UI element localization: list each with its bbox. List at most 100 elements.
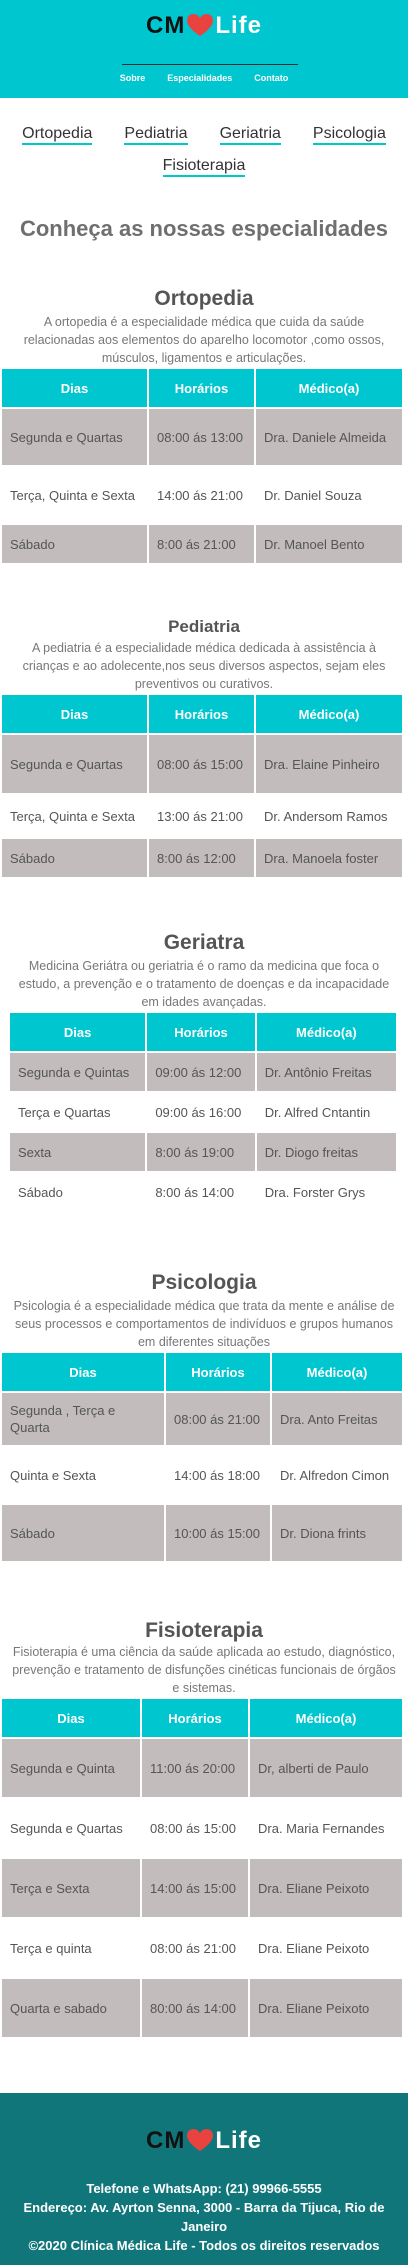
section-description: Medicina Geriátra ou geriatria é o ramo … <box>18 959 390 1009</box>
table-row: Sábado 10:00 ás 15:00 Dr. Diona frints <box>2 1505 402 1561</box>
table-row: Segunda e Quartas 08:00 ás 13:00 Dra. Da… <box>2 409 402 465</box>
section-title: Fisioterapia <box>145 1619 263 1642</box>
cell-horarios: 8:00 ás 14:00 <box>147 1173 255 1211</box>
main-nav: Sobre Especialidades Contato <box>0 73 408 83</box>
specialty-link-geriatria[interactable]: Geriatria <box>219 125 281 145</box>
schedule-table: Dias Horários Médico(a) Segunda e Quinta… <box>8 1011 398 1213</box>
specialty-link-ortopedia[interactable]: Ortopedia <box>22 125 93 145</box>
cell-horarios: 8:00 ás 21:00 <box>149 525 254 563</box>
column-header-medico: Médico(a) <box>256 695 402 733</box>
cell-horarios: 14:00 ás 21:00 <box>149 467 254 523</box>
schedule-table: Dias Horários Médico(a) Segunda e Quarta… <box>0 367 404 565</box>
cell-medico: Dra. Maria Fernandes <box>250 1799 402 1857</box>
section-description: A ortopedia é a especialidade médica que… <box>23 315 385 365</box>
footer-info: Telefone e WhatsApp: (21) 99966-5555 End… <box>6 2179 402 2255</box>
site-header: CM Life Sobre Especialidades Contato <box>0 0 408 98</box>
table-header-row: Dias Horários Médico(a) <box>2 1353 402 1391</box>
column-header-horarios: Horários <box>149 369 254 407</box>
specialty-link-pediatria[interactable]: Pediatria <box>124 125 188 145</box>
schedule-table: Dias Horários Médico(a) Segunda e Quinta… <box>0 1697 404 2039</box>
nav-link-especialidades[interactable]: Especialidades <box>167 73 232 83</box>
cell-horarios: 09:00 ás 16:00 <box>147 1093 255 1131</box>
table-row: Quarta e sabado 80:00 ás 14:00 Dra. Elia… <box>2 1979 402 2037</box>
section-description: Psicologia é a especialidade médica que … <box>13 1299 395 1349</box>
cell-dias: Terça e Quartas <box>10 1093 146 1131</box>
cell-dias: Sábado <box>2 525 147 563</box>
nav-link-contato[interactable]: Contato <box>254 73 288 83</box>
table-row: Terça e Sexta 14:00 ás 15:00 Dra. Eliane… <box>2 1859 402 1917</box>
schedule-table: Dias Horários Médico(a) Segunda e Quarta… <box>0 693 404 879</box>
column-header-dias: Dias <box>2 1699 140 1737</box>
table-row: Segunda e Quartas 08:00 ás 15:00 Dra. El… <box>2 735 402 793</box>
table-row: Segunda e Quintas 09:00 ás 12:00 Dr. Ant… <box>10 1053 396 1091</box>
cell-medico: Dr. Andersom Ramos <box>256 795 402 837</box>
specialty-link-fisioterapia[interactable]: Fisioterapia <box>162 157 246 177</box>
table-row: Segunda e Quinta 11:00 ás 20:00 Dr, albe… <box>2 1739 402 1797</box>
cell-dias: Segunda e Quinta <box>2 1739 140 1797</box>
logo-text-life: Life <box>215 2127 262 2154</box>
column-header-horarios: Horários <box>166 1353 270 1391</box>
cell-horarios: 08:00 ás 13:00 <box>149 409 254 465</box>
section-description: A pediatria é a especialidade médica ded… <box>22 641 386 691</box>
cell-horarios: 08:00 ás 21:00 <box>166 1393 270 1445</box>
table-header-row: Dias Horários Médico(a) <box>2 695 402 733</box>
cell-dias: Terça, Quinta e Sexta <box>2 467 147 523</box>
cell-horarios: 10:00 ás 15:00 <box>166 1505 270 1561</box>
cell-dias: Quarta e sabado <box>2 1979 140 2037</box>
cell-dias: Sábado <box>2 839 147 877</box>
cell-horarios: 08:00 ás 15:00 <box>142 1799 248 1857</box>
cell-dias: Terça, Quinta e Sexta <box>2 795 147 837</box>
cell-dias: Sábado <box>2 1505 164 1561</box>
site-footer: CM Life Telefone e WhatsApp: (21) 99966-5… <box>0 2093 408 2265</box>
cell-horarios: 09:00 ás 12:00 <box>147 1053 255 1091</box>
section-title: Ortopedia <box>154 287 254 310</box>
cell-dias: Sexta <box>10 1133 146 1171</box>
column-header-dias: Dias <box>2 695 147 733</box>
specialty-link-psicologia[interactable]: Psicologia <box>312 125 386 145</box>
logo-text-life: Life <box>215 12 262 39</box>
table-row: Segunda e Quartas 08:00 ás 15:00 Dra. Ma… <box>2 1799 402 1857</box>
table-row: Terça e Quartas 09:00 ás 16:00 Dr. Alfre… <box>10 1093 396 1131</box>
cell-medico: Dr. Alfredon Cimon <box>272 1447 402 1503</box>
cell-medico: Dr. Daniel Souza <box>256 467 402 523</box>
section-fisioterapia: Fisioterapia Fisioterapia é uma ciência … <box>0 1619 408 2039</box>
logo-text-cm: CM <box>146 2127 186 2154</box>
header-divider <box>122 64 298 65</box>
table-row: Sábado 8:00 ás 21:00 Dr. Manoel Bento <box>2 525 402 563</box>
cell-dias: Sábado <box>10 1173 146 1211</box>
cell-medico: Dr. Diogo freitas <box>256 1133 396 1171</box>
cell-dias: Terça e Sexta <box>2 1859 140 1917</box>
cell-dias: Quinta e Sexta <box>2 1447 164 1503</box>
cell-horarios: 8:00 ás 12:00 <box>149 839 254 877</box>
column-header-dias: Dias <box>2 1353 164 1391</box>
cell-medico: Dra. Eliane Peixoto <box>250 1859 402 1917</box>
footer-phone: Telefone e WhatsApp: (21) 99966-5555 <box>86 2181 322 2196</box>
table-header-row: Dias Horários Médico(a) <box>2 1699 402 1737</box>
cell-medico: Dra. Manoela foster <box>256 839 402 877</box>
section-description: Fisioterapia é uma ciência da saúde apli… <box>12 1645 396 1695</box>
cell-dias: Segunda e Quintas <box>10 1053 146 1091</box>
heart-icon <box>187 2129 214 2151</box>
cell-horarios: 13:00 ás 21:00 <box>149 795 254 837</box>
cell-medico: Dra. Elaine Pinheiro <box>256 735 402 793</box>
column-header-dias: Dias <box>2 369 147 407</box>
section-title: Pediatria <box>168 617 240 636</box>
table-row: Sábado 8:00 ás 14:00 Dra. Forster Grys <box>10 1173 396 1211</box>
column-header-medico: Médico(a) <box>250 1699 402 1737</box>
nav-link-sobre[interactable]: Sobre <box>120 73 146 83</box>
footer-address: Endereço: Av. Ayrton Senna, 3000 - Barra… <box>23 2200 385 2234</box>
table-header-row: Dias Horários Médico(a) <box>2 369 402 407</box>
cell-medico: Dr. Manoel Bento <box>256 525 402 563</box>
schedule-table: Dias Horários Médico(a) Segunda , Terça … <box>0 1351 404 1563</box>
cell-dias: Segunda e Quartas <box>2 735 147 793</box>
footer-logo[interactable]: CM Life <box>0 2127 408 2155</box>
table-row: Sábado 8:00 ás 12:00 Dra. Manoela foster <box>2 839 402 877</box>
logo[interactable]: CM Life <box>0 12 408 40</box>
column-header-medico: Médico(a) <box>272 1353 402 1391</box>
column-header-horarios: Horários <box>142 1699 248 1737</box>
cell-horarios: 11:00 ás 20:00 <box>142 1739 248 1797</box>
page-title: Conheça as nossas especialidades <box>19 216 389 241</box>
table-row: Quinta e Sexta 14:00 ás 18:00 Dr. Alfred… <box>2 1447 402 1503</box>
section-title: Geriatra <box>163 931 245 954</box>
table-row: Terça, Quinta e Sexta 14:00 ás 21:00 Dr.… <box>2 467 402 523</box>
